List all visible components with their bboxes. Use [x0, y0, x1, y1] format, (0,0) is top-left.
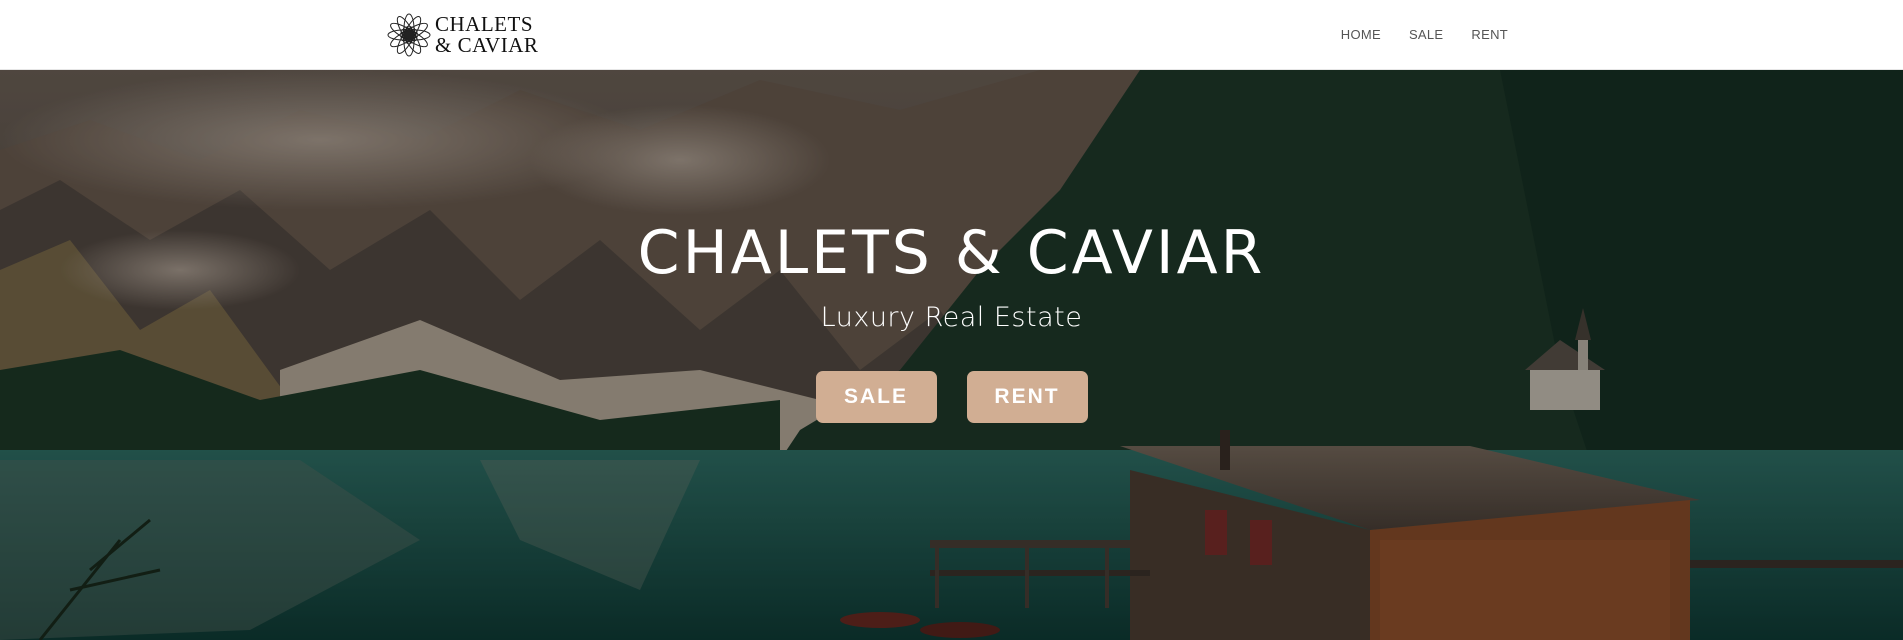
logo-line-2: & CAVIAR	[435, 33, 539, 57]
lotus-flower-icon	[387, 13, 431, 57]
logo-wordmark: CHALETS & CAVIAR	[435, 14, 538, 56]
hero-subtitle: Luxury Real Estate	[820, 302, 1083, 333]
nav-home-link[interactable]: HOME	[1341, 27, 1381, 42]
logo-line-1: CHALETS	[435, 12, 533, 36]
sale-button[interactable]: SALE	[815, 371, 937, 423]
hero-content: CHALETS & CAVIAR Luxury Real Estate SALE…	[0, 70, 1903, 640]
nav-rent-link[interactable]: RENT	[1471, 27, 1508, 42]
hero-button-row: SALE RENT	[815, 371, 1088, 423]
hero-section: CHALETS & CAVIAR Luxury Real Estate SALE…	[0, 70, 1903, 640]
main-nav: HOME SALE RENT	[1341, 27, 1508, 42]
site-logo[interactable]: CHALETS & CAVIAR	[386, 12, 538, 58]
nav-sale-link[interactable]: SALE	[1409, 27, 1443, 42]
site-header: CHALETS & CAVIAR HOME SALE RENT	[0, 0, 1903, 70]
hero-title: CHALETS & CAVIAR	[637, 218, 1266, 288]
rent-button[interactable]: RENT	[966, 371, 1088, 423]
